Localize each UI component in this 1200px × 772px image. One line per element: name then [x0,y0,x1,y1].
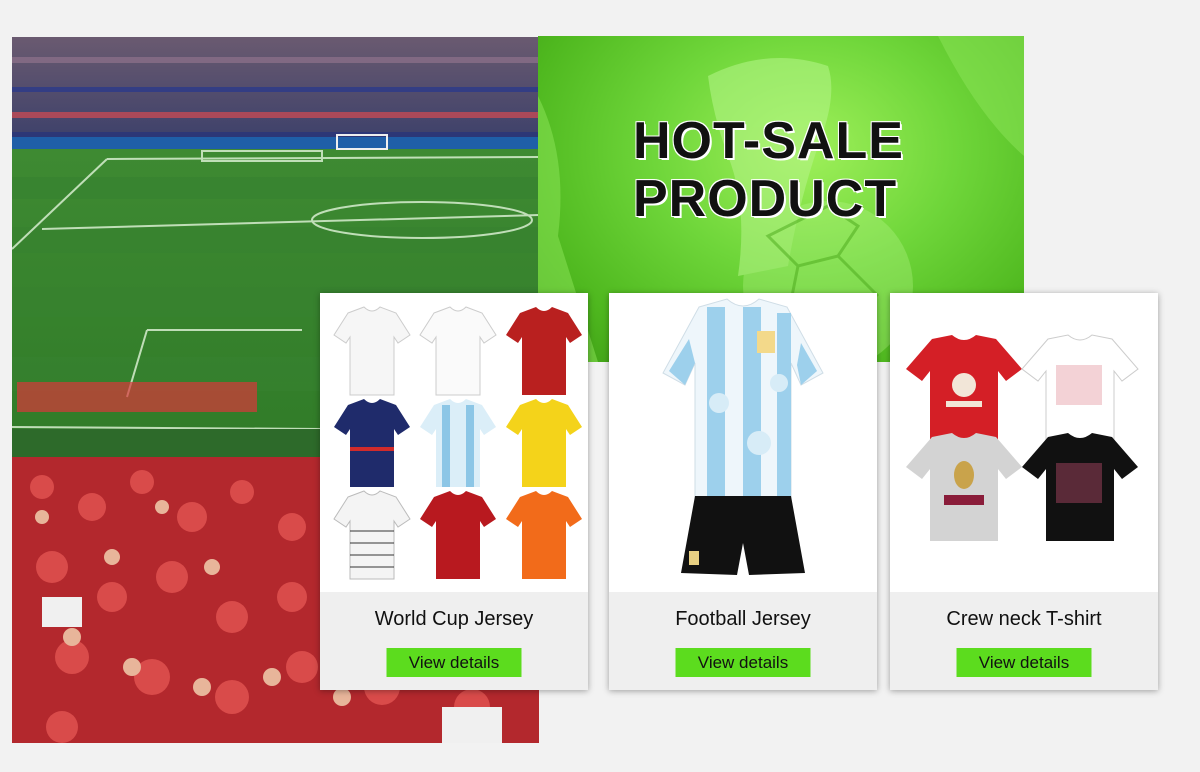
banner-title: HOT-SALE PRODUCT [633,112,904,228]
view-details-button[interactable]: View details [386,648,522,677]
product-name: Crew neck T-shirt [946,608,1102,630]
view-details-button[interactable]: View details [675,648,811,677]
product-card-football-jersey[interactable]: Football Jersey View details [609,293,877,690]
argentina-kit-image[interactable] [609,293,877,592]
product-name: Football Jersey [675,608,811,630]
view-details-button[interactable]: View details [956,648,1092,677]
card-footer: World Cup Jersey View details [320,592,588,690]
product-name: World Cup Jersey [374,608,534,630]
jersey-grid-image[interactable] [320,293,588,592]
card-footer: Football Jersey View details [609,592,877,690]
product-card-world-cup-jersey[interactable]: World Cup Jersey View details [320,293,588,690]
banner-title-line2: PRODUCT [633,170,898,228]
banner-title-line1: HOT-SALE [633,112,904,170]
card-footer: Crew neck T-shirt View details [890,592,1158,690]
world-cup-tshirts-image[interactable] [890,293,1158,592]
product-card-crew-neck-tshirt[interactable]: Crew neck T-shirt View details [890,293,1158,690]
